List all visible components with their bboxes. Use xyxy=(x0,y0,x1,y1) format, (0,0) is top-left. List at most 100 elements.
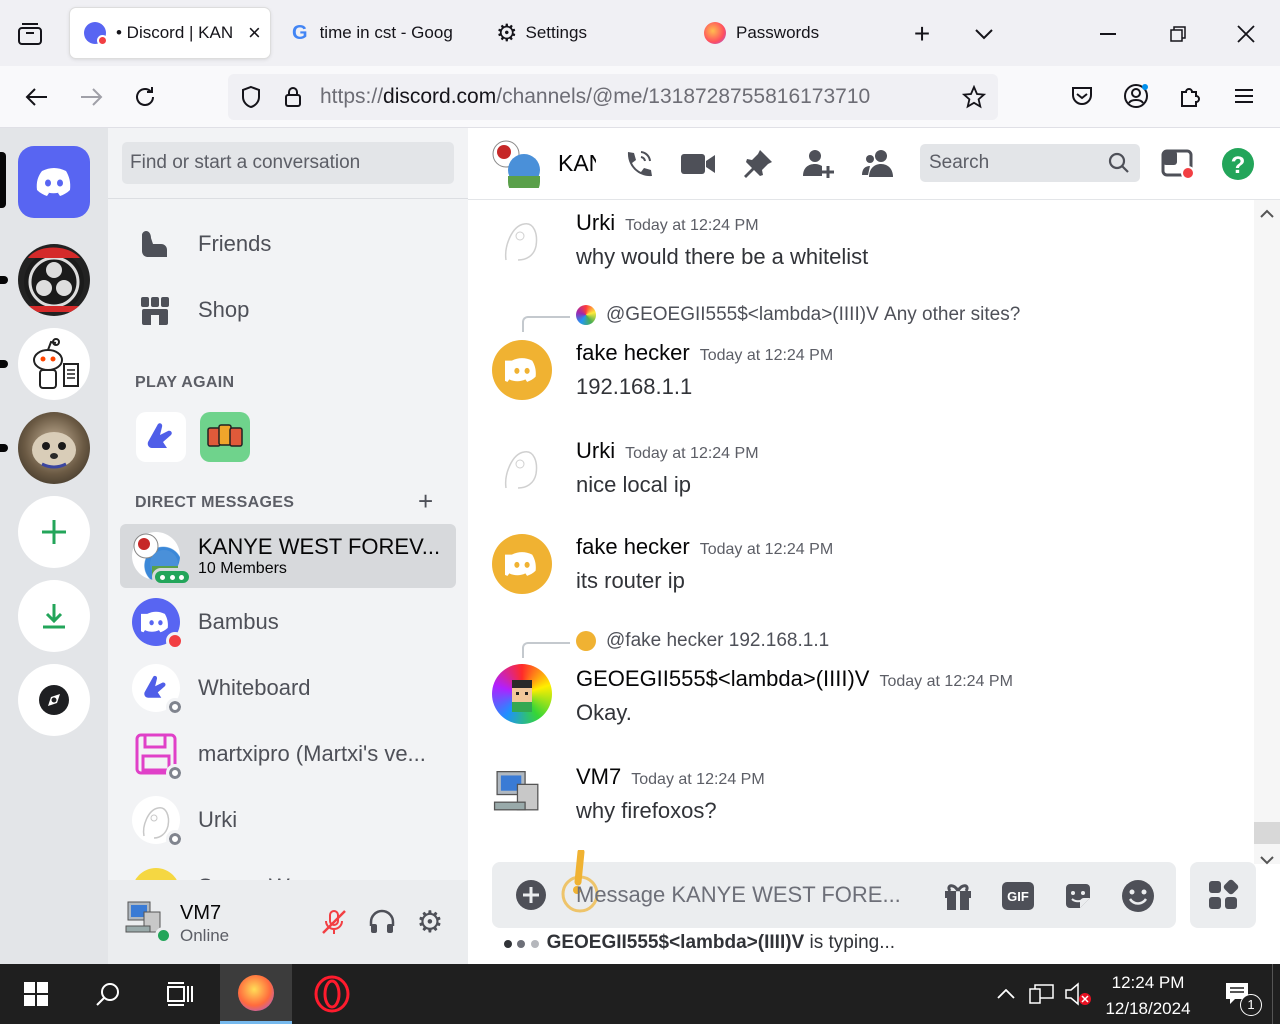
member-list-icon[interactable] xyxy=(858,146,898,182)
video-call-icon[interactable] xyxy=(678,146,718,182)
message-author[interactable]: GEOEGII555$<lambda>(IIII)V Today at 12:24… xyxy=(576,666,1013,692)
hamburger-menu-icon[interactable] xyxy=(1228,80,1260,112)
nav-shop[interactable]: Shop xyxy=(120,280,456,340)
seal-avatar-icon xyxy=(32,432,76,469)
tab-discord[interactable]: • Discord | KAN × xyxy=(70,8,270,58)
gear-icon: ⚙ xyxy=(496,19,518,47)
dm-item-server-worm[interactable]: Server Worm users xyxy=(120,854,456,882)
url-text[interactable]: https://discord.com/channels/@me/1318728… xyxy=(320,85,870,109)
new-tab-icon[interactable]: + xyxy=(906,18,938,50)
user-settings-gear-icon[interactable]: ⚙ xyxy=(412,904,448,940)
close-window-icon[interactable] xyxy=(1232,18,1260,50)
task-view-button[interactable] xyxy=(144,964,216,1024)
discover-button[interactable] xyxy=(18,664,90,736)
dm-item-urki[interactable]: Urki xyxy=(120,788,456,852)
back-arrow-icon[interactable] xyxy=(20,80,54,114)
windows-logo-icon xyxy=(24,982,48,1006)
fake-hecker-avatar xyxy=(492,340,552,400)
voice-call-icon[interactable] xyxy=(618,146,658,182)
list-tabs-chevron-icon[interactable] xyxy=(968,18,1000,50)
mute-microphone-icon[interactable] xyxy=(316,904,352,940)
inbox-icon[interactable] xyxy=(1158,146,1198,182)
message-author[interactable]: fake hecker Today at 12:24 PM xyxy=(576,534,833,560)
play-again-whiteboard[interactable] xyxy=(136,412,186,462)
search-button[interactable] xyxy=(72,964,144,1024)
scroll-up-chevron-icon[interactable] xyxy=(1260,206,1274,224)
message-text: Okay. xyxy=(576,700,632,725)
firefox-view-icon[interactable] xyxy=(14,18,46,50)
action-center-button[interactable]: 1 xyxy=(1208,964,1268,1024)
dm-item-whiteboard[interactable]: Whiteboard xyxy=(120,656,456,720)
nav-friends[interactable]: Friends xyxy=(120,214,456,274)
discord-logo-icon xyxy=(505,552,536,576)
dm-item-martxipro[interactable]: martxipro (Martxi's ve... xyxy=(120,722,456,786)
extensions-puzzle-icon[interactable] xyxy=(1174,80,1206,112)
server-obs[interactable] xyxy=(18,244,90,316)
url-bar[interactable]: https://discord.com/channels/@me/1318728… xyxy=(228,74,998,120)
reload-icon[interactable] xyxy=(128,80,162,114)
server-list xyxy=(0,128,108,964)
close-tab-icon[interactable]: × xyxy=(248,20,261,46)
dm-item-kanye-group[interactable]: KANYE WEST FOREV... 10 Members xyxy=(120,524,456,588)
scroll-down-chevron-icon[interactable] xyxy=(1260,852,1274,870)
headphones-icon[interactable] xyxy=(364,904,400,940)
sticker-icon[interactable] xyxy=(1058,878,1098,914)
tab-settings[interactable]: ⚙ Settings xyxy=(490,8,680,58)
message-author[interactable]: fake hecker Today at 12:24 PM xyxy=(576,340,833,366)
taskbar-opera[interactable] xyxy=(296,964,368,1024)
network-icon[interactable] xyxy=(1024,964,1060,1024)
message-item: Urki Today at 12:24 PM nice local ip xyxy=(468,436,1248,516)
taskbar-firefox[interactable] xyxy=(220,964,292,1024)
clock[interactable]: 12:24 PM 12/18/2024 xyxy=(1096,970,1200,1022)
download-apps-button[interactable] xyxy=(18,580,90,652)
account-icon[interactable] xyxy=(1120,80,1152,112)
discord-home-button[interactable] xyxy=(18,146,90,218)
find-conversation-input[interactable]: Find or start a conversation xyxy=(122,142,454,184)
reply-preview[interactable]: @fake hecker 192.168.1.1 xyxy=(576,630,829,652)
message-author[interactable]: Urki Today at 12:24 PM xyxy=(576,438,759,464)
attach-plus-icon[interactable] xyxy=(514,878,548,912)
chat-search-input[interactable]: Search xyxy=(920,144,1140,182)
chat-scrollbar[interactable] xyxy=(1254,200,1280,865)
volume-muted-icon[interactable] xyxy=(1060,964,1096,1024)
pinned-messages-icon[interactable] xyxy=(738,146,778,182)
add-server-button[interactable] xyxy=(18,496,90,568)
message-timestamp: Today at 12:24 PM xyxy=(699,347,834,364)
bookmark-star-icon[interactable] xyxy=(958,82,990,112)
emoji-icon[interactable] xyxy=(1118,878,1158,914)
scrollbar-thumb[interactable] xyxy=(1254,822,1280,844)
lock-icon[interactable] xyxy=(278,82,308,112)
server-seal[interactable] xyxy=(18,412,90,484)
pocket-icon[interactable] xyxy=(1066,80,1098,112)
minimize-icon[interactable] xyxy=(1094,18,1122,50)
typing-dots-icon xyxy=(504,932,539,954)
message-input[interactable]: Message KANYE WEST FORE... xyxy=(576,882,906,908)
create-dm-plus-icon[interactable]: + xyxy=(418,486,433,517)
add-friends-to-dm-icon[interactable] xyxy=(798,146,838,182)
typing-suffix: is typing... xyxy=(809,932,896,953)
restore-icon[interactable] xyxy=(1164,18,1192,50)
reply-preview[interactable]: @GEOEGII555$<lambda>(IIII)V Any other si… xyxy=(576,304,1020,326)
start-button[interactable] xyxy=(0,964,72,1024)
show-hidden-icons-chevron-icon[interactable] xyxy=(988,964,1024,1024)
tab-google[interactable]: G time in cst - Goog xyxy=(286,8,466,58)
dm-item-bambus[interactable]: Bambus xyxy=(120,590,456,654)
chat-area: KAN Search ? UrkiToday at 12 xyxy=(468,128,1280,964)
show-desktop-strip[interactable] xyxy=(1272,964,1280,1024)
user-avatar[interactable] xyxy=(124,896,172,944)
help-icon[interactable]: ? xyxy=(1218,146,1258,182)
message-author[interactable]: VM7 Today at 12:24 PM xyxy=(576,764,765,790)
forward-arrow-icon[interactable] xyxy=(74,80,108,114)
discord-logo-icon xyxy=(36,168,71,196)
tab-passwords[interactable]: Passwords xyxy=(700,8,880,58)
whiteboard-hand-icon xyxy=(147,423,172,448)
apps-launcher-button[interactable] xyxy=(1190,862,1256,928)
play-again-game[interactable] xyxy=(200,412,250,462)
tracking-shield-icon[interactable] xyxy=(236,82,266,112)
server-reddit[interactable] xyxy=(18,328,90,400)
gif-button[interactable]: GIF xyxy=(998,878,1038,914)
reply-connector xyxy=(522,642,570,658)
gift-icon[interactable] xyxy=(938,878,978,914)
google-icon: G xyxy=(292,21,308,44)
message-author[interactable]: Urki Today at 12:24 PM xyxy=(576,210,759,236)
